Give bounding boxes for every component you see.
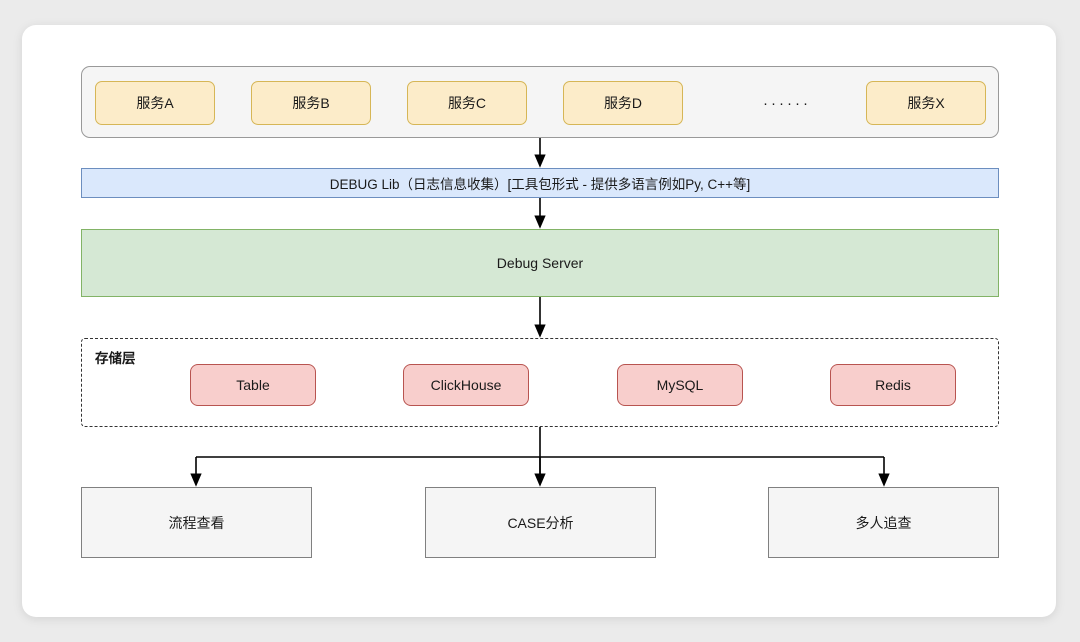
store-label: Table [236,377,270,393]
consumer-box-case-analysis[interactable]: CASE分析 [425,487,656,558]
debug-server-box[interactable]: Debug Server [81,229,999,297]
store-box-clickhouse[interactable]: ClickHouse [403,364,529,406]
service-label: 服务C [447,95,487,111]
diagram-page: 服务A 服务B 服务C 服务D ······ 服务X DEBUG Lib（日志信… [0,0,1080,642]
consumer-label: 多人追查 [855,514,912,531]
debug-lib-bar[interactable]: DEBUG Lib（日志信息收集）[工具包形式 - 提供多语言例如Py, C++… [81,168,999,198]
service-box-x[interactable]: 服务X [866,81,986,125]
service-box-d[interactable]: 服务D [563,81,683,125]
services-ellipsis: ······ [763,94,811,112]
service-box-b[interactable]: 服务B [251,81,371,125]
consumer-box-flow-view[interactable]: 流程查看 [81,487,312,558]
storage-layer-title: 存储层 [95,351,136,366]
debug-lib-label: DEBUG Lib（日志信息收集）[工具包形式 - 提供多语言例如Py, C++… [329,177,751,192]
store-box-redis[interactable]: Redis [830,364,956,406]
service-box-c[interactable]: 服务C [407,81,527,125]
debug-server-label: Debug Server [496,255,584,271]
consumer-box-multi-person-trace[interactable]: 多人追查 [768,487,999,558]
service-label: 服务A [136,95,174,111]
store-box-table[interactable]: Table [190,364,316,406]
store-box-mysql[interactable]: MySQL [617,364,743,406]
store-label: ClickHouse [430,377,502,393]
consumer-label: CASE分析 [507,514,574,531]
consumer-label: 流程查看 [168,514,225,531]
services-container: 服务A 服务B 服务C 服务D ······ 服务X [81,66,999,138]
architecture-diagram: 服务A 服务B 服务C 服务D ······ 服务X DEBUG Lib（日志信… [22,25,1056,617]
store-label: Redis [875,377,911,393]
storage-layer-group: 存储层 Table ClickHouse MySQL Redis [81,338,999,427]
diagram-card: 服务A 服务B 服务C 服务D ······ 服务X DEBUG Lib（日志信… [22,25,1056,617]
service-box-a[interactable]: 服务A [95,81,215,125]
service-label: 服务B [292,95,330,111]
service-label: 服务D [603,95,643,111]
store-label: MySQL [656,377,704,393]
service-label: 服务X [907,95,945,111]
